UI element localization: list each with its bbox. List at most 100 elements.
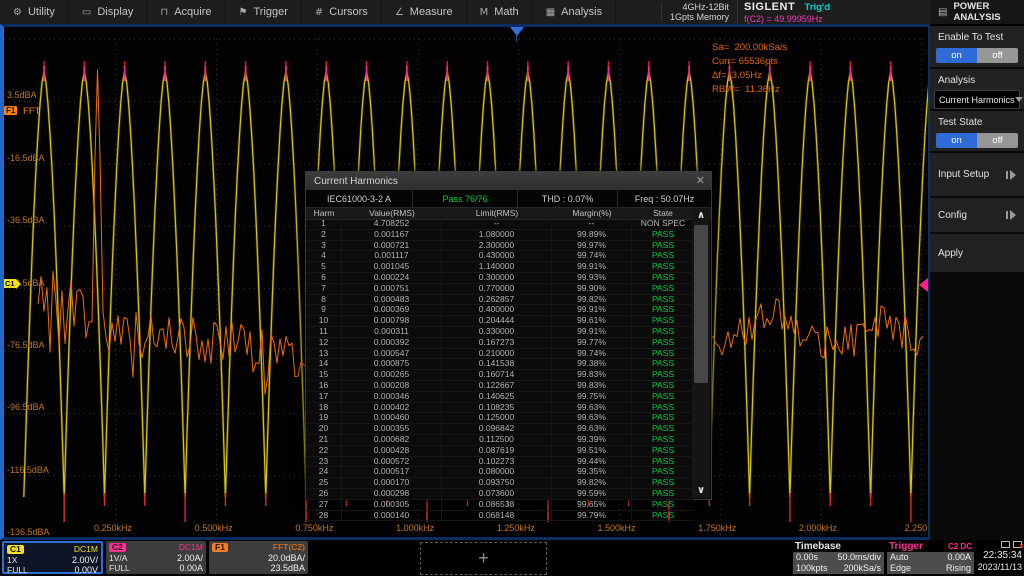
margin-cell: 99.77% [552, 338, 632, 348]
x-axis-label: 2.250 [905, 523, 928, 533]
margin-cell: -- [552, 219, 632, 229]
channel-c1-box[interactable]: C1 DC1M 1X 2.00V/ FULL 0.00V [2, 541, 103, 574]
state-cell: PASS [632, 284, 694, 294]
margin-cell: 99.59% [552, 489, 632, 499]
test-off-button[interactable]: off [977, 133, 1018, 148]
enable-on-button[interactable]: on [936, 48, 977, 63]
state-cell: PASS [632, 457, 694, 467]
menu-item-display[interactable]: ▭Display [69, 0, 148, 24]
c1-level-marker[interactable]: C1 [4, 279, 16, 288]
state-cell: PASS [632, 500, 694, 510]
x-axis-label: 1.500kHz [598, 523, 636, 533]
limit-cell: 0.770000 [442, 284, 552, 294]
margin-cell: 99.97% [552, 241, 632, 251]
limit-cell: 0.300000 [442, 273, 552, 283]
menu-bar: ⚙Utility▭Display⊓Acquire⚑Trigger#Cursors… [0, 0, 930, 24]
table-row: 110.0003110.33000099.91%PASS [306, 327, 694, 338]
harm-cell: 19 [306, 413, 342, 423]
limit-cell: 0.160714 [442, 370, 552, 380]
menu-item-analysis[interactable]: ▦ Analysis [533, 0, 616, 24]
trigger-slope: Rising [946, 563, 971, 574]
analysis-icon: ▦ [546, 7, 555, 18]
harm-cell: 14 [306, 359, 342, 369]
menu-item-label: Utility [28, 6, 55, 18]
dialog-title: Current Harmonics [314, 176, 398, 187]
menu-item-acquire[interactable]: ⊓Acquire [147, 0, 225, 24]
trigger-box[interactable]: Trigger C2 DC Auto 0.00A Edge Rising [887, 540, 974, 575]
enable-to-test-section: Enable To Test on off [930, 26, 1024, 67]
limit-cell: 0.108235 [442, 403, 552, 413]
menu-item-label: Analysis [561, 6, 602, 18]
trigger-level-marker[interactable] [919, 278, 928, 292]
analysis-dropdown[interactable]: Current Harmonics [934, 90, 1020, 109]
value-cell: 0.000721 [342, 241, 442, 251]
close-icon[interactable]: ✕ [696, 176, 705, 187]
harm-cell: 4 [306, 251, 342, 261]
math-f1-box[interactable]: F1 FFT(C2) 20.0dBA/ 23.5dBA [209, 541, 308, 574]
table-row: 14.708252----NON SPEC [306, 219, 694, 230]
menu-item-trigger[interactable]: ⚑Trigger [226, 0, 302, 24]
timebase-box[interactable]: Timebase 0.00s 50.0ms/div 100kpts 200kSa… [793, 540, 884, 575]
limit-cell: 2.300000 [442, 241, 552, 251]
table-row: 210.0006820.11250099.39%PASS [306, 435, 694, 446]
margin-cell: 99.63% [552, 403, 632, 413]
harm-cell: 20 [306, 424, 342, 434]
test-on-button[interactable]: on [936, 133, 977, 148]
timebase-rate: 200kSa/s [843, 563, 881, 574]
trigger-mode: Auto [890, 552, 909, 563]
menu-item-measure[interactable]: ∠Measure [382, 0, 467, 24]
apply-section[interactable]: Apply [930, 234, 1024, 272]
trigger-position-marker[interactable] [510, 27, 524, 36]
margin-cell: 99.79% [552, 511, 632, 521]
enable-off-button[interactable]: off [977, 48, 1018, 63]
scroll-down-icon[interactable]: ∨ [692, 483, 710, 498]
harm-cell: 7 [306, 284, 342, 294]
c2-badge: C2 [109, 543, 126, 552]
trigger-icon: ⚑ [239, 7, 248, 18]
channel-c2-box[interactable]: C2 DC1M 1V/A 2.00A/ FULL 0.00A [106, 541, 206, 574]
menu-item-label: Measure [410, 6, 453, 18]
limit-cell: 0.068148 [442, 511, 552, 521]
state-cell: PASS [632, 338, 694, 348]
c1-bandwidth: FULL [7, 565, 28, 575]
limit-cell: 0.140625 [442, 392, 552, 402]
scrollbar-thumb[interactable] [694, 225, 708, 383]
oscilloscope-screen: ⚙Utility▭Display⊓Acquire⚑Trigger#Cursors… [0, 0, 1024, 576]
add-channel-button[interactable]: + [420, 542, 547, 575]
menu-item-cursors[interactable]: #Cursors [302, 0, 382, 24]
margin-cell: 99.61% [552, 316, 632, 326]
harm-cell: 28 [306, 511, 342, 521]
f1-trace-badge[interactable]: F1 [4, 106, 17, 115]
menu-item-label: Display [97, 6, 133, 18]
margin-cell: 99.91% [552, 327, 632, 337]
menu-item-math[interactable]: MMath [467, 0, 533, 24]
value-cell: 0.000355 [342, 424, 442, 434]
timebase-points: 100kpts [796, 563, 828, 574]
scroll-up-icon[interactable]: ∧ [692, 208, 710, 223]
margin-cell: 99.39% [552, 435, 632, 445]
math-icon: M [480, 7, 489, 18]
x-axis-label: 0.750kHz [295, 523, 333, 533]
state-cell: PASS [632, 316, 694, 326]
config-section[interactable]: Config [930, 198, 1024, 232]
margin-cell: 99.65% [552, 500, 632, 510]
limit-cell: 0.087619 [442, 446, 552, 456]
apply-button[interactable]: Apply [938, 248, 963, 259]
harm-cell: 22 [306, 446, 342, 456]
c2-coupling: DC1M [179, 542, 203, 552]
power-analysis-panel: ▤ POWER ANALYSIS Enable To Test on off A… [930, 0, 1024, 540]
margin-cell: 99.74% [552, 349, 632, 359]
harm-cell: 12 [306, 338, 342, 348]
menu-item-utility[interactable]: ⚙Utility [0, 0, 69, 24]
value-cell: 0.000460 [342, 413, 442, 423]
state-cell: PASS [632, 241, 694, 251]
table-scrollbar[interactable]: ∧ ∨ [692, 208, 710, 498]
menu-item-label: Acquire [174, 6, 211, 18]
state-cell: PASS [632, 251, 694, 261]
column-header: Harm [306, 208, 342, 219]
value-cell: 0.000572 [342, 457, 442, 467]
value-cell: 0.000751 [342, 284, 442, 294]
trigger-level: 0.00A [947, 552, 971, 563]
value-cell: 0.001167 [342, 230, 442, 240]
input-setup-section[interactable]: Input Setup [930, 153, 1024, 196]
